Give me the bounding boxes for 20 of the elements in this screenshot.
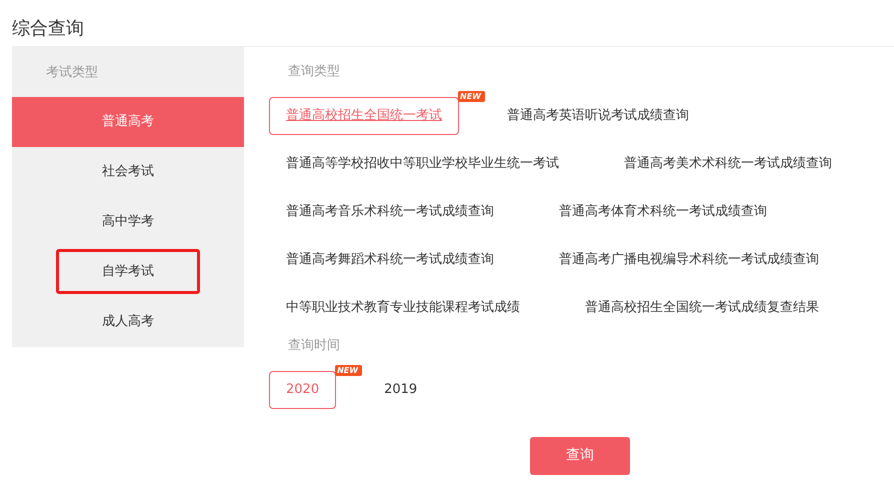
sidebar-item[interactable]: 成人高考 [102, 298, 154, 344]
sidebar-item[interactable]: 社会考试 [102, 148, 154, 194]
section-heading: 查询类型 [288, 62, 340, 81]
sidebar-item[interactable]: 高中学考 [102, 198, 154, 244]
query-type-option[interactable]: 普通高校招生全国统一考试成绩复查结果 [568, 288, 836, 327]
page-title: 综合查询 [11, 17, 85, 41]
query-type-option[interactable]: 普通高等学校招收中等职业学校毕业生统一考试 [269, 144, 576, 183]
new-badge: NEW [458, 90, 485, 102]
query-type-option[interactable]: 普通高考音乐术科统一考试成绩查询 [269, 192, 511, 231]
new-badge: NEW [335, 364, 362, 376]
year-option[interactable]: 2019 [367, 370, 434, 409]
query-type-option[interactable]: 普通高考体育术科统一考试成绩查询 [542, 192, 784, 231]
query-type-option[interactable]: 普通高考英语听说考试成绩查询 [490, 96, 706, 135]
query-type-option[interactable]: 普通高考广播电视编导术科统一考试成绩查询 [542, 240, 836, 279]
sidebar-heading: 考试类型 [45, 64, 99, 82]
sidebar-item[interactable]: 自学考试 [56, 248, 200, 294]
query-type-option[interactable]: 普通高考舞蹈术科统一考试成绩查询 [269, 240, 511, 279]
query-type-option[interactable]: 中等职业技术教育专业技能课程考试成绩 [269, 288, 537, 327]
section-heading: 查询时间 [288, 336, 340, 355]
query-type-option[interactable]: 普通高考美术术科统一考试成绩查询 [607, 144, 849, 183]
